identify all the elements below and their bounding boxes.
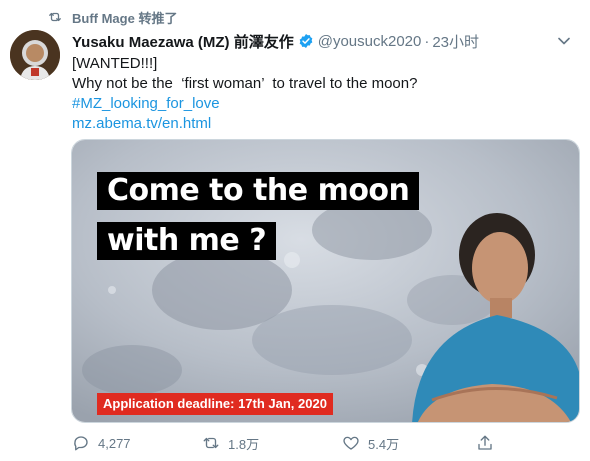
tweet-line-2: Why not be the ‘first woman’ to travel t… <box>72 75 418 92</box>
heart-icon <box>343 436 359 450</box>
media-headline-1: Come to the moon <box>97 172 420 210</box>
share-icon <box>478 435 492 450</box>
retweeted-by-label: Buff Mage 转推了 <box>72 10 178 26</box>
author-handle[interactable]: @yousuck2020 <box>318 33 422 50</box>
retweet-button[interactable]: 1.8万 <box>202 432 259 454</box>
tweet-timestamp[interactable]: 23小时 <box>432 31 479 52</box>
retweet-context[interactable]: Buff Mage 转推了 <box>48 8 177 26</box>
chevron-down-icon[interactable] <box>558 36 570 46</box>
author-name[interactable]: Yusaku Maezawa (MZ) 前澤友作 <box>72 31 294 52</box>
retweet-icon <box>49 12 61 22</box>
tweet-actions: 4,277 1.8万 5.4万 <box>72 432 502 454</box>
verified-badge-icon <box>299 34 313 48</box>
tweet-media[interactable]: Come to the moon with me ? Application d… <box>71 139 580 423</box>
reply-icon <box>74 436 88 451</box>
tweet-header: Yusaku Maezawa (MZ) 前澤友作 @yousuck2020 · … <box>72 31 580 51</box>
like-count: 5.4万 <box>368 436 400 452</box>
share-button[interactable] <box>476 432 502 454</box>
reply-button[interactable]: 4,277 <box>72 432 131 454</box>
header-separator: · <box>424 32 430 50</box>
avatar-image <box>10 30 60 80</box>
url-link[interactable]: mz.abema.tv/en.html <box>72 114 417 134</box>
retweet-icon <box>203 437 219 449</box>
media-headline-2: with me ? <box>97 222 277 260</box>
tweet-text: [WANTED!!!] Why not be the ‘first woman’… <box>72 54 417 134</box>
retweet-count: 1.8万 <box>228 436 260 452</box>
tweet-line-1: [WANTED!!!] <box>72 55 158 72</box>
hashtag-link[interactable]: #MZ_looking_for_love <box>72 94 417 114</box>
like-button[interactable]: 5.4万 <box>342 432 399 454</box>
avatar[interactable] <box>10 30 60 80</box>
reply-count: 4,277 <box>98 435 131 451</box>
application-deadline-banner: Application deadline: 17th Jan, 2020 <box>97 393 333 415</box>
